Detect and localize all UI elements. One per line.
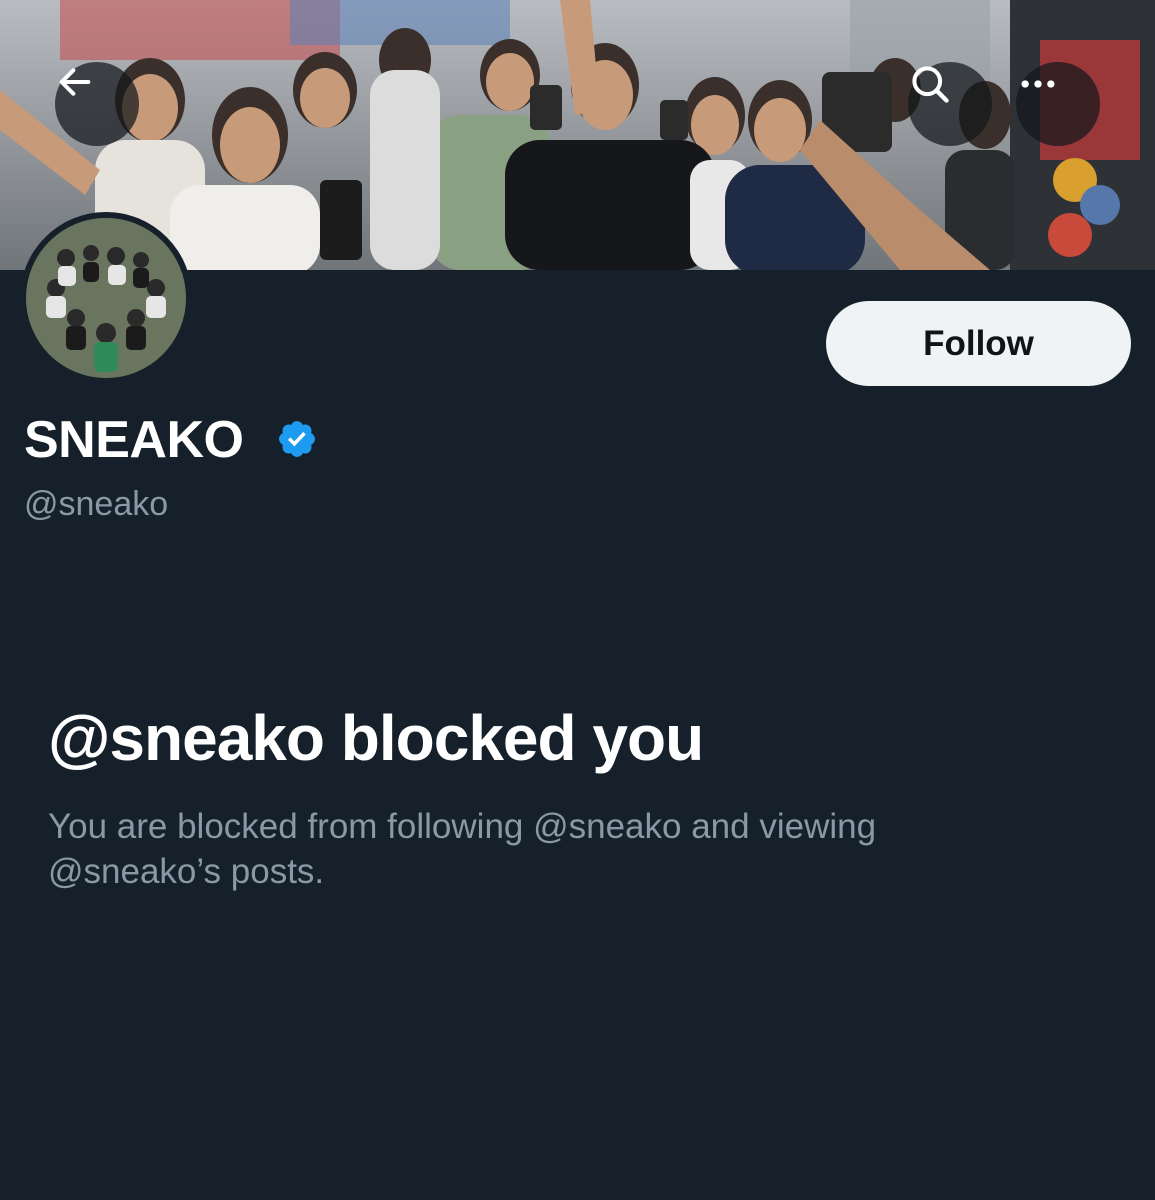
- search-button[interactable]: [908, 62, 992, 146]
- verified-badge-icon: [279, 421, 315, 457]
- blocked-title: @sneako blocked you: [48, 702, 704, 774]
- avatar[interactable]: [20, 212, 192, 384]
- avatar-photo: [26, 218, 186, 378]
- more-options-button[interactable]: [1016, 62, 1100, 146]
- profile-page: Follow SNEAKO @sneako @sneako blocked yo…: [0, 0, 1155, 1200]
- back-button[interactable]: [55, 62, 139, 146]
- arrow-left-icon: [59, 68, 91, 96]
- more-horizontal-icon: [1021, 80, 1055, 88]
- follow-button[interactable]: Follow: [826, 301, 1131, 386]
- profile-handle: @sneako: [24, 485, 169, 523]
- search-icon: [912, 66, 949, 103]
- blocked-description: You are blocked from following @sneako a…: [48, 807, 877, 891]
- banner-photo: [0, 0, 1155, 270]
- profile-banner[interactable]: [0, 0, 1155, 270]
- display-name: SNEAKO: [24, 411, 244, 469]
